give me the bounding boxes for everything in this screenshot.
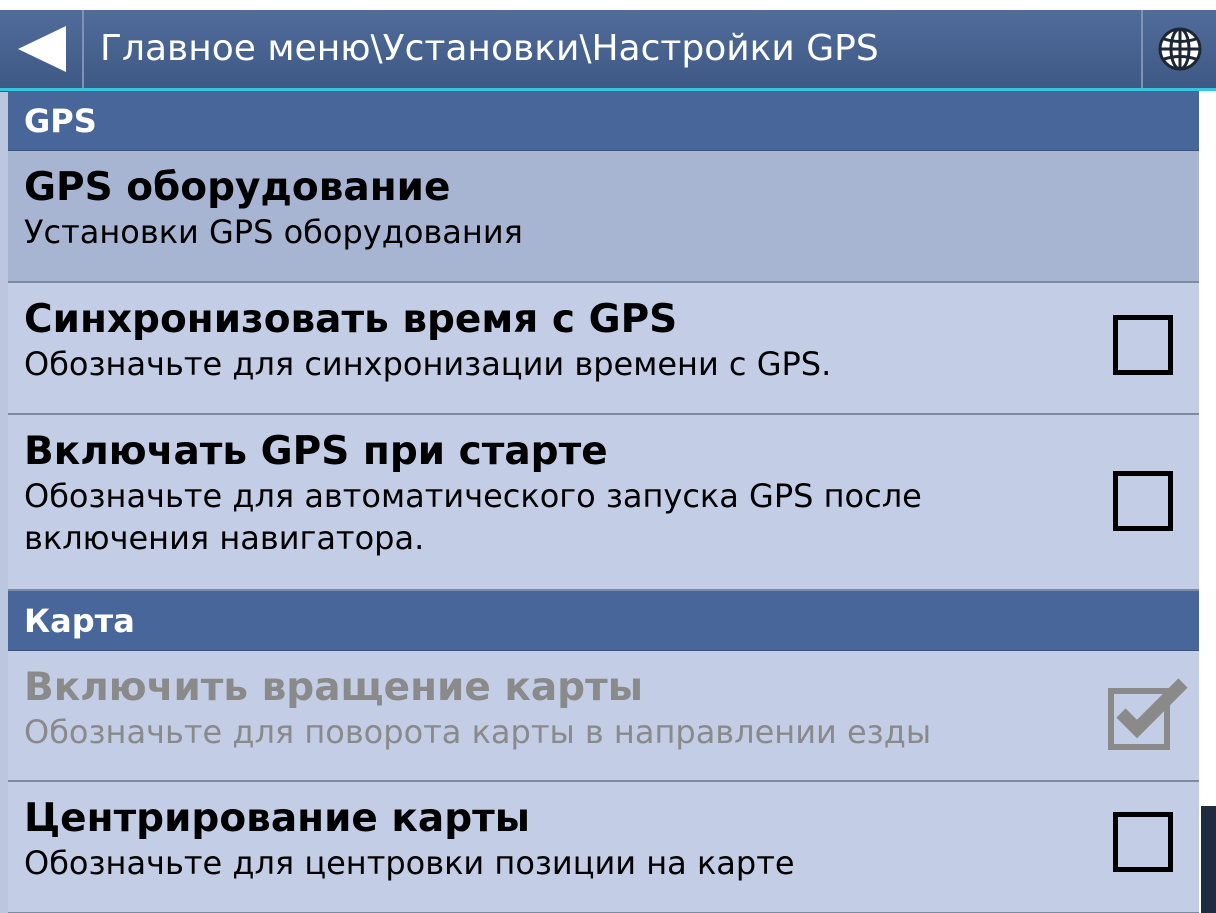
scrollbar-track[interactable]: [1199, 91, 1216, 913]
item-map-centering[interactable]: Центрирование карты Обозначьте для центр…: [8, 782, 1199, 913]
page-title: Главное меню\Установки\Настройки GPS: [100, 28, 879, 69]
item-description: Обозначьте для поворота карты в направле…: [24, 713, 932, 751]
item-description: Обозначьте для автоматического запуска G…: [24, 477, 922, 557]
title-separator: [82, 10, 84, 92]
globe-button[interactable]: [1146, 10, 1216, 92]
map-centering-checkbox[interactable]: [1113, 812, 1173, 872]
sync-time-checkbox[interactable]: [1113, 315, 1173, 375]
item-title: Центрирование карты: [24, 796, 531, 841]
item-map-rotation[interactable]: Включить вращение карты Обозначьте для п…: [8, 651, 1199, 782]
item-gps-on-start[interactable]: Включать GPS при старте Обозначьте для а…: [8, 415, 1199, 591]
item-description: Обозначьте для синхронизации времени с G…: [24, 345, 832, 383]
item-description: Установки GPS оборудования: [24, 213, 523, 251]
section-map: Карта: [8, 591, 1199, 651]
back-arrow-icon: [18, 26, 66, 72]
title-bar: Главное меню\Установки\Настройки GPS: [0, 0, 1216, 92]
item-gps-hardware[interactable]: GPS оборудование Установки GPS оборудова…: [8, 151, 1199, 283]
settings-list: GPS GPS оборудование Установки GPS обору…: [8, 91, 1199, 913]
globe-icon: [1158, 27, 1202, 71]
item-title: Включить вращение карты: [24, 665, 643, 710]
item-title: GPS оборудование: [24, 165, 451, 210]
item-sync-time[interactable]: Синхронизовать время с GPS Обозначьте дл…: [8, 283, 1199, 415]
gps-on-start-checkbox[interactable]: [1113, 471, 1173, 531]
item-description: Обозначьте для центровки позиции на карт…: [24, 844, 795, 882]
title-separator: [1141, 10, 1143, 92]
map-rotation-checkbox-checked-icon[interactable]: [1105, 675, 1189, 751]
section-gps: GPS: [8, 91, 1199, 151]
item-title: Включать GPS при старте: [24, 429, 608, 474]
back-button[interactable]: [8, 10, 78, 92]
item-title: Синхронизовать время с GPS: [24, 297, 678, 342]
scrollbar-thumb[interactable]: [1201, 806, 1216, 913]
